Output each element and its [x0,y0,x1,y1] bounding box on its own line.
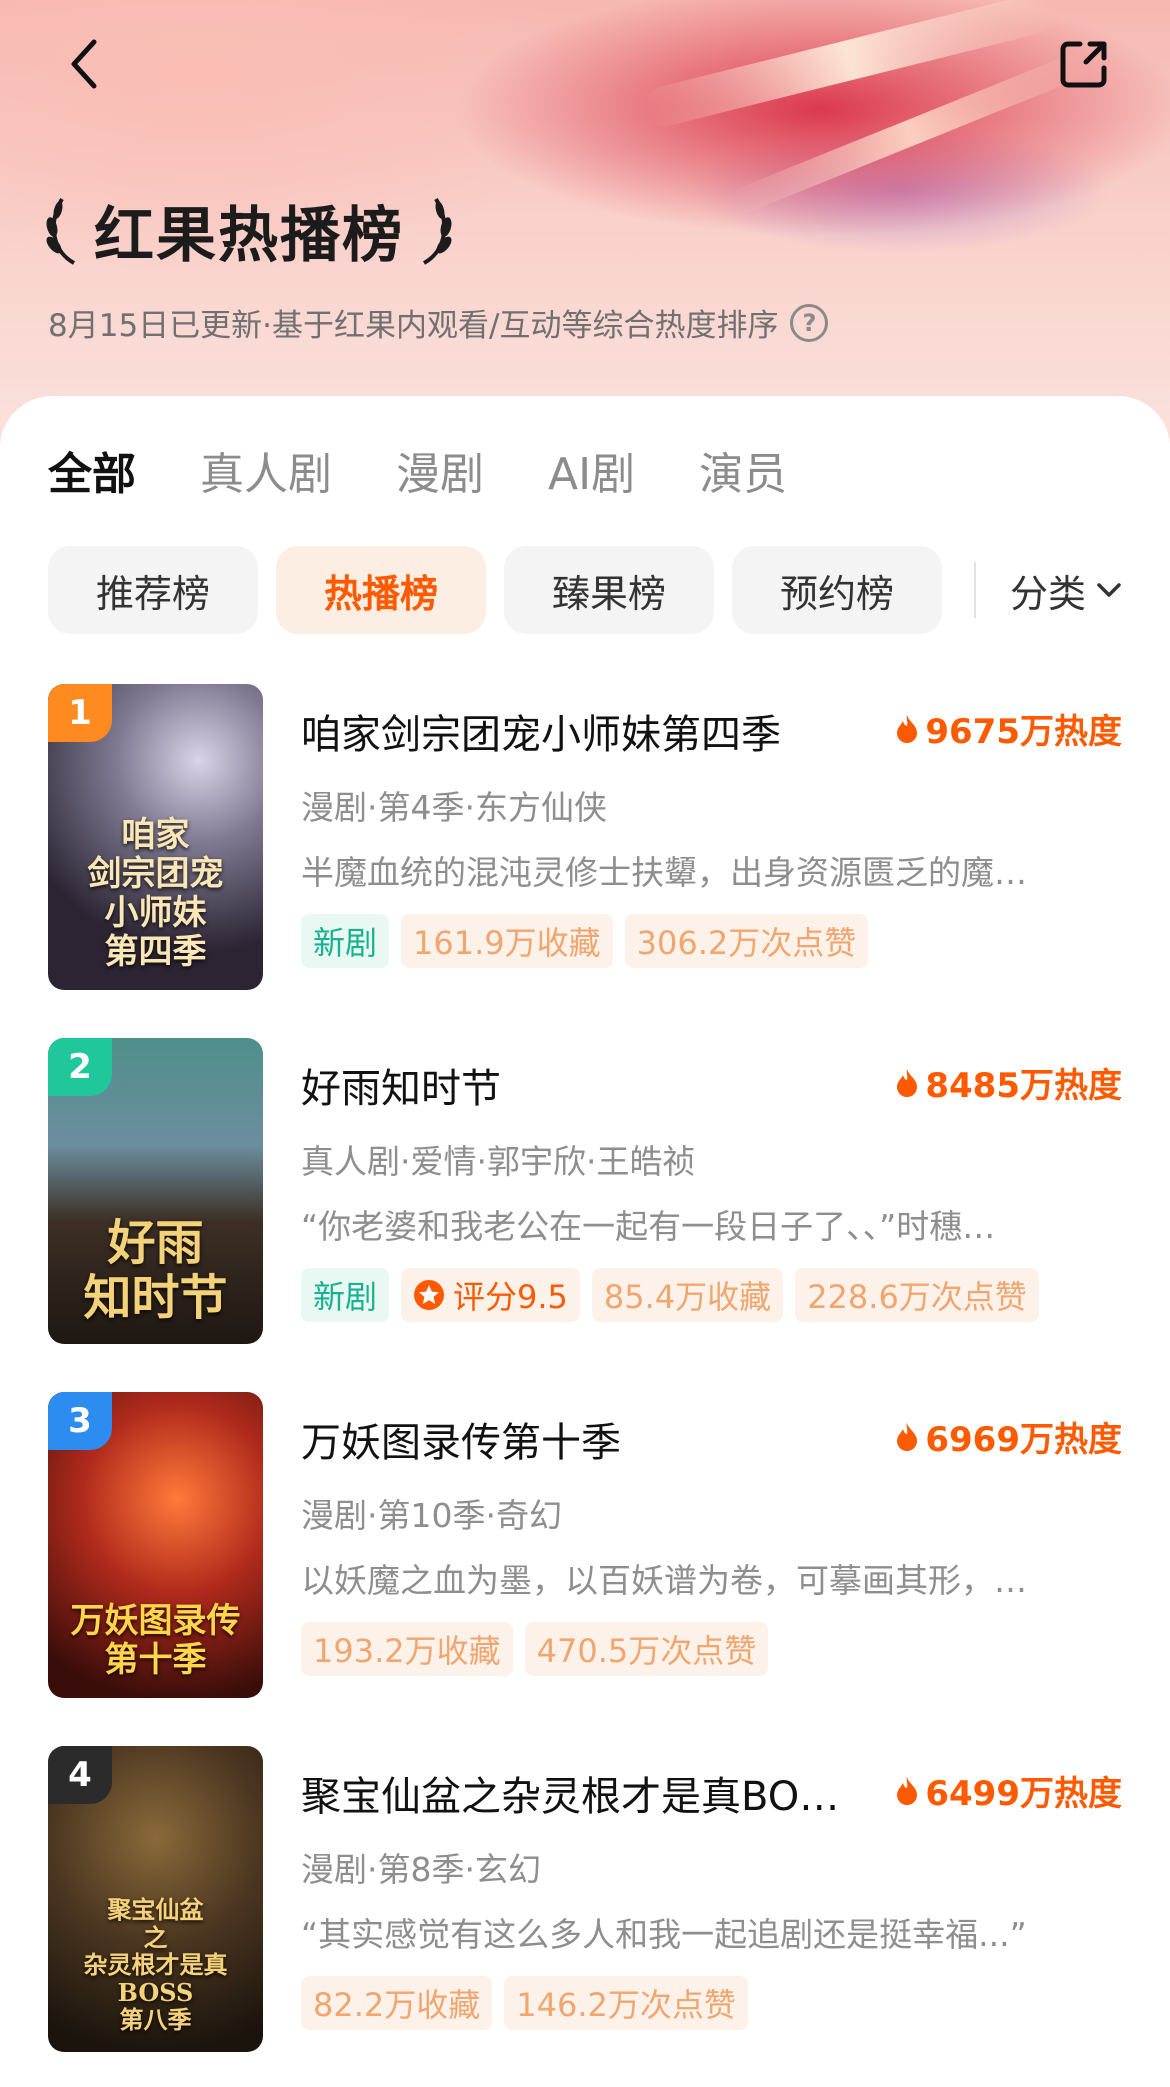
chip-recommended[interactable]: 推荐榜 [48,546,258,634]
cover-title-art: 咱家 剑宗团宠 小师妹 第四季 [87,814,224,972]
tab-live-action[interactable]: 真人剧 [200,438,332,502]
flame-icon [897,1422,918,1451]
chip-premium[interactable]: 臻果榜 [504,546,714,634]
list-item[interactable]: 3 万妖图录传 第十季 万妖图录传第十季 6969万热度 漫剧·第10季·奇幻 … [48,1392,1122,1698]
cover-image[interactable]: 3 万妖图录传 第十季 [48,1392,263,1698]
show-meta: 漫剧·第4季·东方仙侠 [301,788,607,827]
favorites-tag: 82.2万收藏 [301,1976,493,2030]
rank-badge: 3 [48,1392,112,1450]
show-title[interactable]: 聚宝仙盆之杂灵根才是真BO… [301,1764,839,1822]
cover-image[interactable]: 1 咱家 剑宗团宠 小师妹 第四季 [48,684,263,990]
cover-title-art: 万妖图录传 第十季 [70,1600,241,1680]
show-meta: 漫剧·第10季·奇幻 [301,1496,562,1535]
help-icon[interactable]: ? [790,303,829,342]
score-tag: 评分9.5 [401,1268,580,1322]
rank-badge: 1 [48,684,112,742]
favorites-tag: 85.4万收藏 [591,1268,784,1322]
heat-text: 6499万热度 [925,1774,1122,1814]
heat-value: 9675万热度 [895,704,1122,753]
heat-value: 8485万热度 [895,1058,1122,1107]
ranking-chips: 推荐榜 热播榜 臻果榜 预约榜 分类 [48,546,1122,634]
heat-text: 6969万热度 [925,1420,1122,1460]
list-item[interactable]: 1 咱家 剑宗团宠 小师妹 第四季 咱家剑宗团宠小师妹第四季 9675万热度 漫… [48,684,1122,990]
flame-icon [897,1068,918,1097]
chevron-down-icon [1097,583,1121,597]
back-button[interactable] [56,36,112,92]
heat-value: 6969万热度 [895,1412,1122,1461]
likes-tag: 228.6万次点赞 [795,1268,1039,1322]
likes-tag: 470.5万次点赞 [524,1622,769,1676]
cover-title-art: 好雨 知时节 [83,1214,228,1326]
list-item[interactable]: 4 聚宝仙盆 之 杂灵根才是真BOSS 第八季 聚宝仙盆之杂灵根才是真BO… 6… [48,1746,1122,2052]
favorites-tag: 161.9万收藏 [401,914,613,968]
tab-actors[interactable]: 演员 [699,438,787,502]
tab-comic-drama[interactable]: 漫剧 [396,438,484,502]
show-description: “其实感觉有这么多人和我一起追剧还是挺幸福...” [301,1915,1027,1954]
heat-value: 6499万热度 [895,1766,1122,1815]
tab-all[interactable]: 全部 [48,438,136,502]
favorites-tag: 193.2万收藏 [301,1622,513,1676]
likes-tag: 306.2万次点赞 [624,914,869,968]
tab-ai-drama[interactable]: AI剧 [548,438,635,502]
category-tabs: 全部 真人剧 漫剧 AI剧 演员 [48,440,787,500]
list-item[interactable]: 2 好雨 知时节 好雨知时节 8485万热度 真人剧·爱情·郭宇欣·王皓祯 “你… [48,1038,1122,1344]
heat-text: 9675万热度 [925,712,1122,752]
show-description: “你老婆和我老公在一起有一段日子了、、”时穗… [301,1207,996,1246]
laurel-left-icon [46,197,76,265]
show-title[interactable]: 咱家剑宗团宠小师妹第四季 [301,702,781,760]
share-icon [1060,41,1107,88]
page-title-row: 红果热播榜 [44,190,454,271]
cover-image[interactable]: 2 好雨 知时节 [48,1038,263,1344]
show-description: 半魔血统的混沌灵修士扶顰，出身资源匮乏的魔… [301,853,1027,892]
divider [974,562,976,618]
chip-reservation[interactable]: 预约榜 [732,546,942,634]
show-title[interactable]: 万妖图录传第十季 [301,1410,621,1468]
heat-text: 8485万热度 [925,1066,1122,1106]
chip-hot[interactable]: 热播榜 [276,546,486,634]
laurel-right-icon [422,197,452,265]
category-filter-button[interactable]: 分类 [1010,563,1122,618]
rank-badge: 4 [48,1746,112,1804]
new-badge: 新剧 [301,914,390,968]
chevron-left-icon [71,39,97,89]
show-description: 以妖魔之血为墨，以百妖谱为卷，可摹画其形，… [301,1561,1027,1600]
page-title: 红果热播榜 [94,200,404,271]
flame-icon [897,1776,918,1805]
show-meta: 漫剧·第8季·玄幻 [301,1850,541,1889]
update-info-text: 8月15日已更新·基于红果内观看/互动等综合热度排序 [48,308,779,344]
rank-badge: 2 [48,1038,112,1096]
likes-tag: 146.2万次点赞 [504,1976,748,2030]
subtitle-row: 8月15日已更新·基于红果内观看/互动等综合热度排序 ? [48,300,829,345]
score-text: 评分9.5 [453,1278,568,1316]
show-title[interactable]: 好雨知时节 [301,1056,501,1114]
cover-image[interactable]: 4 聚宝仙盆 之 杂灵根才是真BOSS 第八季 [48,1746,263,2052]
star-badge-icon [414,1280,445,1310]
flame-icon [897,714,918,743]
share-button[interactable] [1056,36,1112,92]
show-meta: 真人剧·爱情·郭宇欣·王皓祯 [301,1142,696,1181]
filter-label: 分类 [1010,571,1087,616]
new-badge: 新剧 [301,1268,390,1322]
cover-title-art: 聚宝仙盆 之 杂灵根才是真BOSS 第八季 [83,1895,228,2035]
